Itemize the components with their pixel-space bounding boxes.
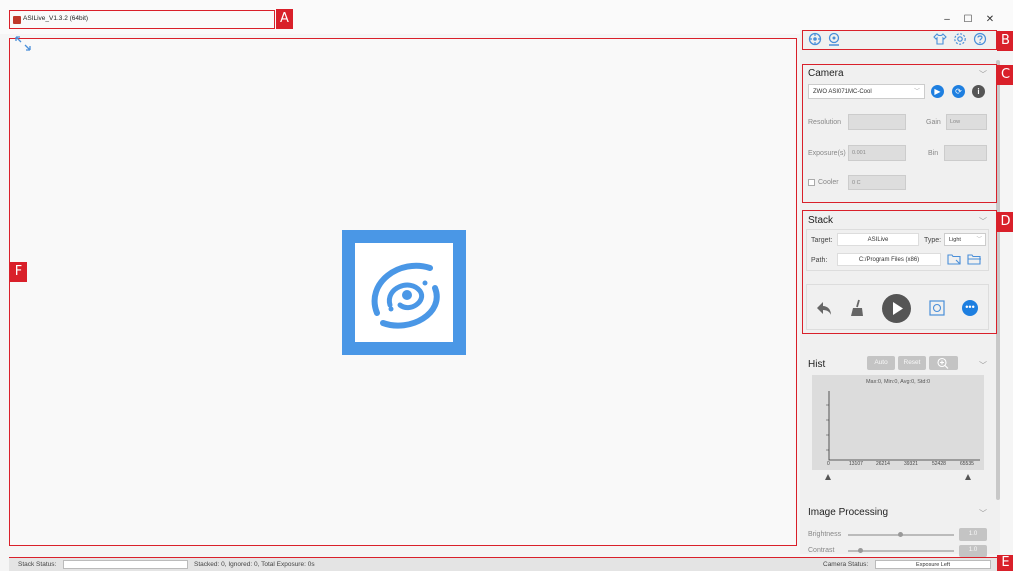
resolution-label: Resolution [808,119,842,126]
target-label: Target: [811,237,833,244]
close-button[interactable]: ✕ [980,14,1000,25]
annotation-tag-c: C [997,65,1013,85]
minimize-button[interactable]: – [937,14,957,25]
path-label: Path: [811,257,828,264]
hist-collapse-chevron-icon[interactable]: ﹀ [979,360,987,371]
type-select[interactable]: Light ﹀ [944,233,986,246]
histogram-panel: Max:0, Min:0, Avg:0, Std:0 0 13107 26214… [812,375,984,470]
stacked-summary: Stacked: 0, Ignored: 0, Total Exposure: … [194,561,315,568]
annotation-tag-f: F [10,262,27,282]
brightness-value[interactable]: 1.0 [959,528,987,541]
hist-tick-0: 0 [827,461,830,467]
camera-status-label: Camera Status: [823,561,869,568]
histogram-axes [826,391,980,461]
bin-label: Bin [928,150,939,157]
refresh-camera-button[interactable]: ⟳ [952,85,965,98]
bin-field[interactable] [944,145,987,161]
browse-path-icon[interactable] [947,252,962,266]
image-processing-title: Image Processing [808,507,889,518]
asilive-logo [342,230,466,355]
hist-zoom-button[interactable] [929,356,958,370]
hist-high-slider-handle[interactable] [965,474,971,480]
start-stack-button[interactable] [882,294,911,323]
stack-status-label: Stack Status: [18,561,57,568]
stack-collapse-chevron-icon[interactable]: ﹀ [979,216,987,227]
image-processing-collapse-chevron-icon[interactable]: ﹀ [979,508,987,519]
contrast-value[interactable]: 1.0 [959,545,987,557]
type-label: Type: [924,237,942,244]
exposure-label: Exposure(s) [808,150,846,157]
camera-select[interactable]: ZWO ASI071MC-Cool ﹀ [808,84,925,99]
broom-icon[interactable] [849,299,865,317]
cooler-checkbox[interactable] [808,179,815,186]
camera-info-button[interactable]: i [972,85,985,98]
contrast-slider[interactable] [848,550,954,552]
hist-tick-1: 13107 [849,461,863,467]
type-select-chevron-icon: ﹀ [976,237,982,243]
resolution-field[interactable] [848,114,906,130]
camera-connect-icon[interactable] [827,32,841,46]
undo-icon[interactable] [815,300,833,316]
brightness-label: Brightness [808,531,842,538]
contrast-label: Contrast [808,547,835,554]
cooler-label: Cooler [818,179,839,186]
camera-select-chevron-icon: ﹀ [913,89,920,95]
hist-tick-5: 65535 [960,461,974,467]
hist-reset-button[interactable]: Reset [898,356,926,370]
annotation-box-a [9,10,275,29]
camera-select-value: ZWO ASI071MC-Cool [813,89,872,95]
annotation-tag-d: D [997,212,1013,232]
hist-auto-button[interactable]: Auto [867,356,895,370]
maximize-button[interactable]: ☐ [958,14,978,25]
shirt-icon[interactable] [933,32,947,46]
target-input[interactable]: ASILive [837,233,919,246]
galaxy-icon [371,262,440,329]
hist-low-slider-handle[interactable] [825,474,831,480]
type-select-value: Light [949,237,961,243]
help-icon[interactable] [973,32,987,46]
path-input[interactable]: C:/Program Files (x86) [837,253,941,266]
play-icon [893,302,903,315]
contrast-slider-knob[interactable] [858,548,863,553]
hist-tick-3: 39321 [904,461,918,467]
stack-status-progress [63,560,188,569]
open-folder-icon[interactable] [967,252,982,266]
annotation-tag-e: E [997,555,1013,571]
exposure-field[interactable]: 0.001 [848,145,906,161]
gain-field[interactable]: Low [946,114,987,130]
annotation-tag-a: A [276,9,293,29]
brightness-slider-knob[interactable] [898,532,903,537]
hist-tick-4: 52428 [932,461,946,467]
hist-tick-2: 26214 [876,461,890,467]
focus-icon[interactable] [808,32,822,46]
start-camera-button[interactable]: ▶ [931,85,944,98]
camera-section-title: Camera [808,68,844,79]
camera-status-field: Exposure Left [875,560,991,569]
stack-section-title: Stack [808,215,834,226]
fit-screen-icon[interactable] [13,34,35,54]
status-bar: Stack Status: Stacked: 0, Ignored: 0, To… [9,557,997,571]
more-options-button[interactable]: ••• [962,300,978,316]
zoom-in-icon [937,357,949,369]
snapshot-icon[interactable] [929,300,945,316]
cooler-field[interactable]: 0 C [848,175,906,190]
gain-label: Gain [926,119,941,126]
settings-icon[interactable] [953,32,967,46]
annotation-tag-b: B [997,31,1013,51]
hist-section-title: Hist [808,359,826,370]
camera-collapse-chevron-icon[interactable]: ﹀ [979,69,987,80]
